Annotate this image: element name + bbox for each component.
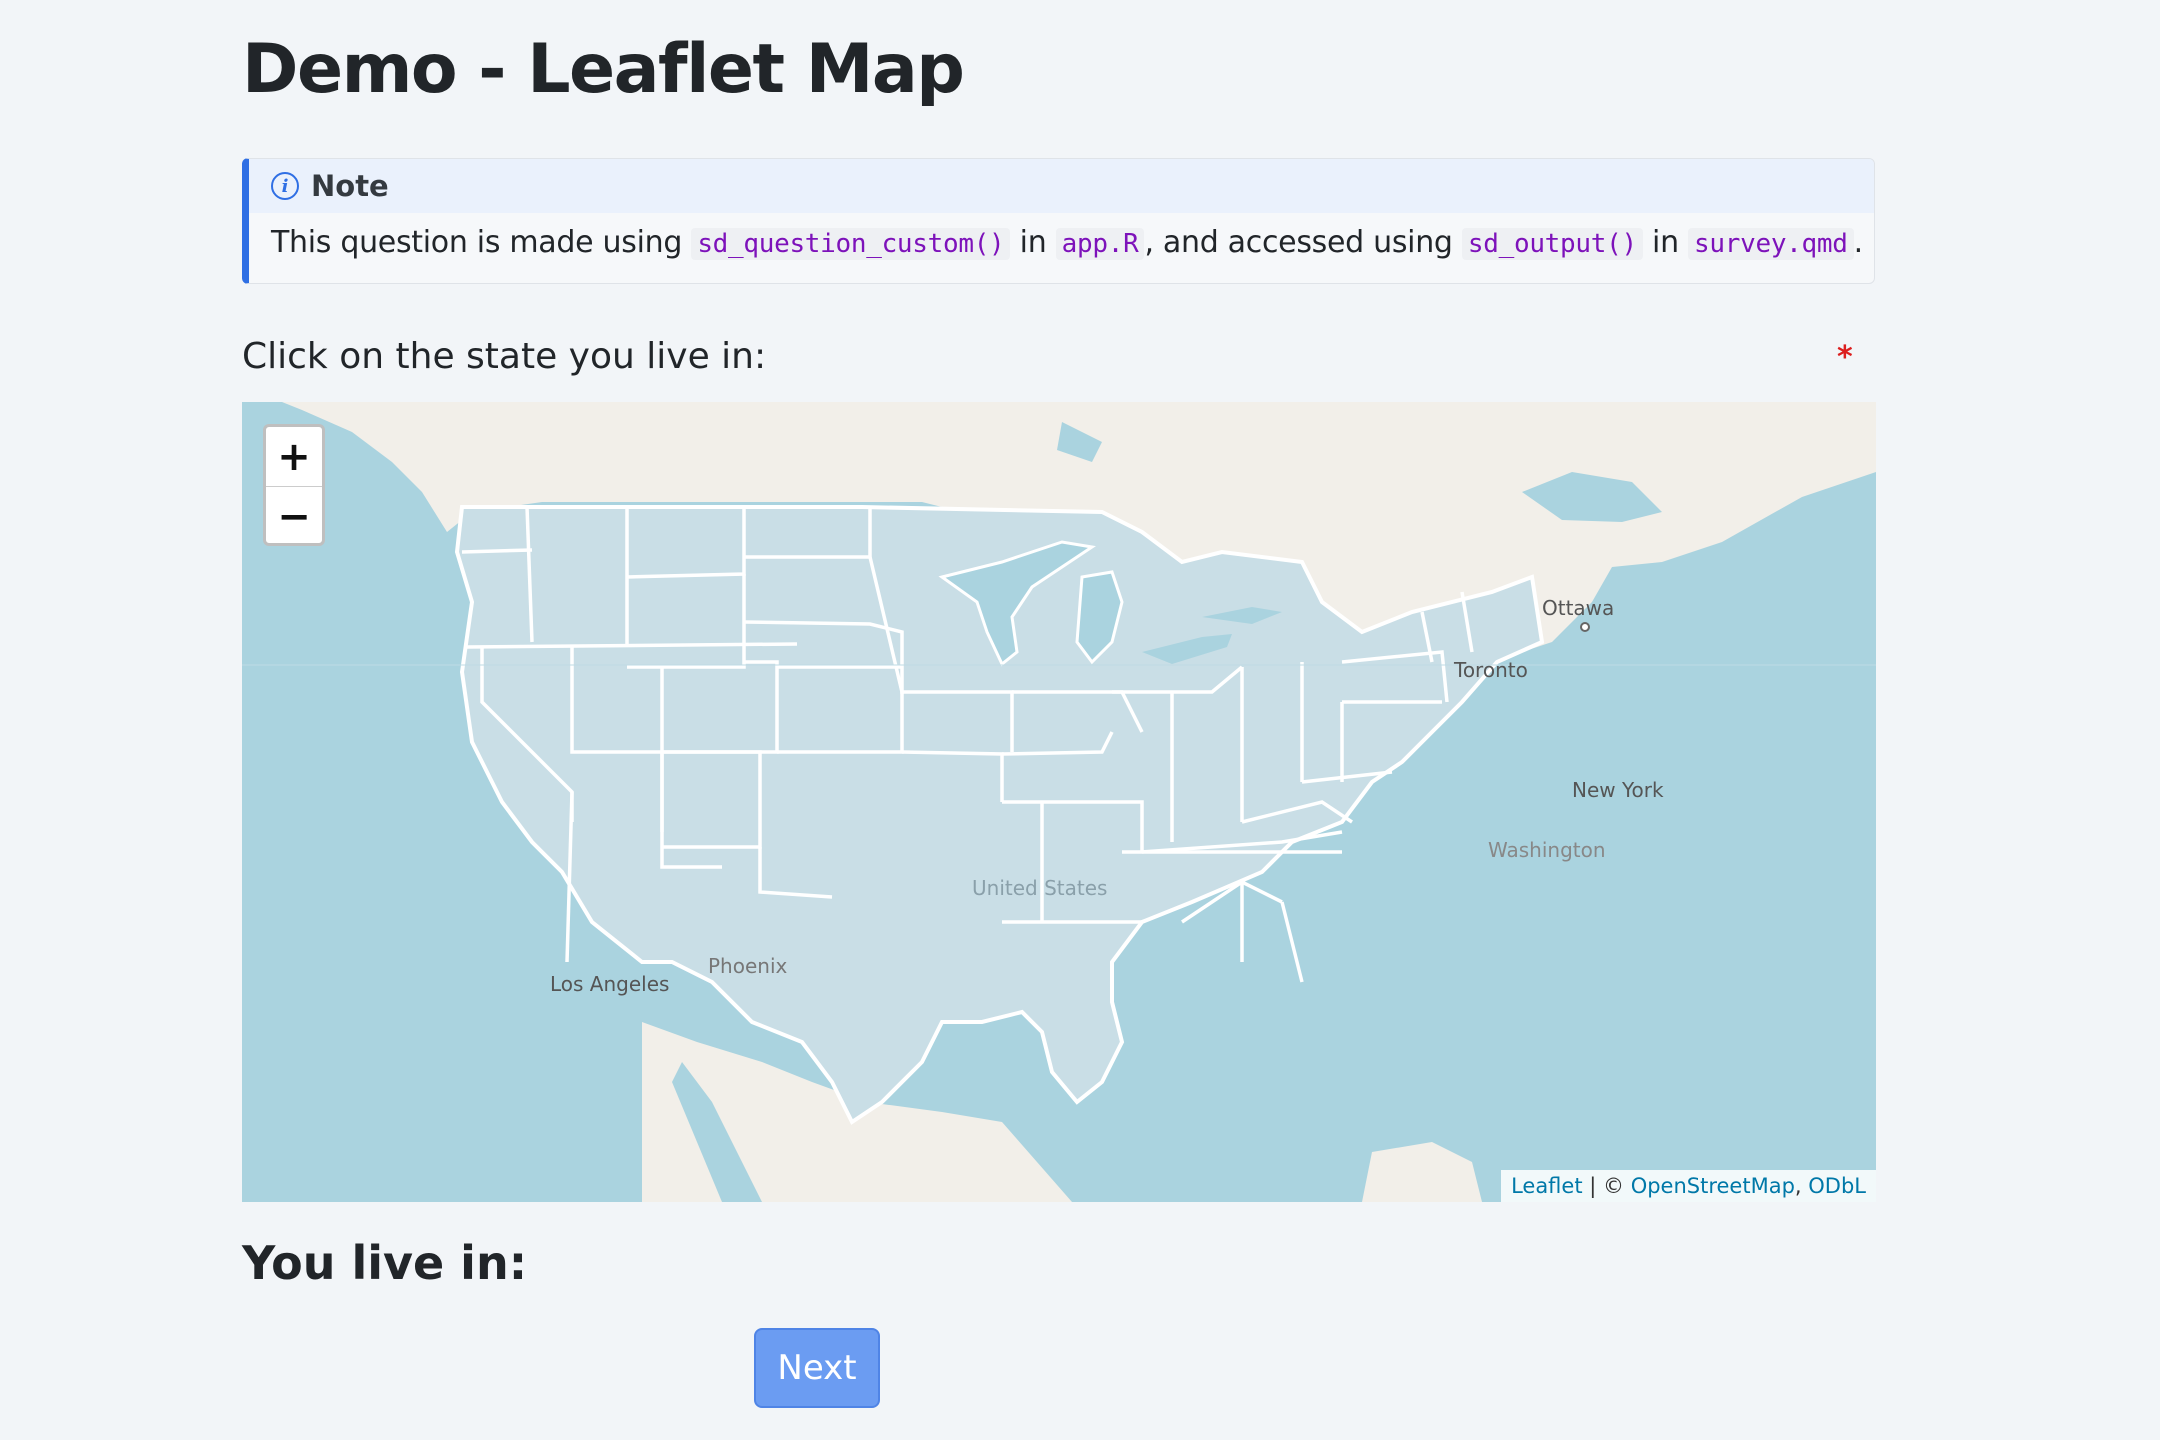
callout-text: , and accessed using: [1144, 225, 1453, 260]
odbl-link[interactable]: ODbL: [1808, 1174, 1866, 1198]
cuba-land: [1362, 1142, 1482, 1202]
callout-title: Note: [311, 169, 389, 203]
map-label-new-york: New York: [1572, 778, 1664, 802]
map-tiles: [242, 402, 1876, 1202]
attribution-comma: ,: [1794, 1174, 1809, 1198]
map-label-toronto: Toronto: [1454, 658, 1528, 682]
map-label-phoenix: Phoenix: [708, 954, 788, 978]
callout-body: This question is made using sd_question_…: [249, 213, 1874, 260]
required-marker: *: [1837, 340, 1853, 375]
zoom-out-button[interactable]: −: [266, 487, 322, 543]
callout-text: in: [1652, 225, 1679, 260]
answer-label: You live in:: [242, 1236, 528, 1290]
note-callout: i Note This question is made using sd_qu…: [242, 158, 1875, 284]
map-label-ottawa: Ottawa: [1542, 596, 1615, 620]
info-icon: i: [271, 172, 299, 200]
openstreetmap-link[interactable]: OpenStreetMap: [1631, 1174, 1795, 1198]
callout-text: This question is made using: [271, 225, 683, 260]
code-function: sd_output(): [1461, 228, 1643, 260]
question-label: Click on the state you live in:: [242, 336, 767, 377]
code-file: survey.qmd: [1688, 228, 1854, 260]
map-attribution: Leaflet | © OpenStreetMap, ODbL: [1501, 1170, 1876, 1202]
map-label-los-angeles: Los Angeles: [550, 972, 670, 996]
city-dot-ottawa: [1580, 622, 1590, 632]
leaflet-link[interactable]: Leaflet: [1511, 1174, 1583, 1198]
map-label-washington: Washington: [1488, 838, 1606, 862]
callout-text: .: [1853, 225, 1864, 260]
code-file: app.R: [1055, 228, 1145, 260]
zoom-in-button[interactable]: +: [266, 427, 322, 487]
map-label-united-states: United States: [972, 876, 1108, 900]
page-title: Demo - Leaflet Map: [242, 30, 965, 109]
code-function: sd_question_custom(): [691, 228, 1011, 260]
attribution-separator: | ©: [1582, 1174, 1631, 1198]
callout-text: in: [1019, 225, 1047, 260]
callout-header: i Note: [249, 159, 1874, 213]
leaflet-map[interactable]: + − Ottawa Toronto New York Washington U…: [242, 402, 1876, 1202]
zoom-control: + −: [263, 424, 325, 546]
next-button[interactable]: Next: [754, 1328, 880, 1408]
